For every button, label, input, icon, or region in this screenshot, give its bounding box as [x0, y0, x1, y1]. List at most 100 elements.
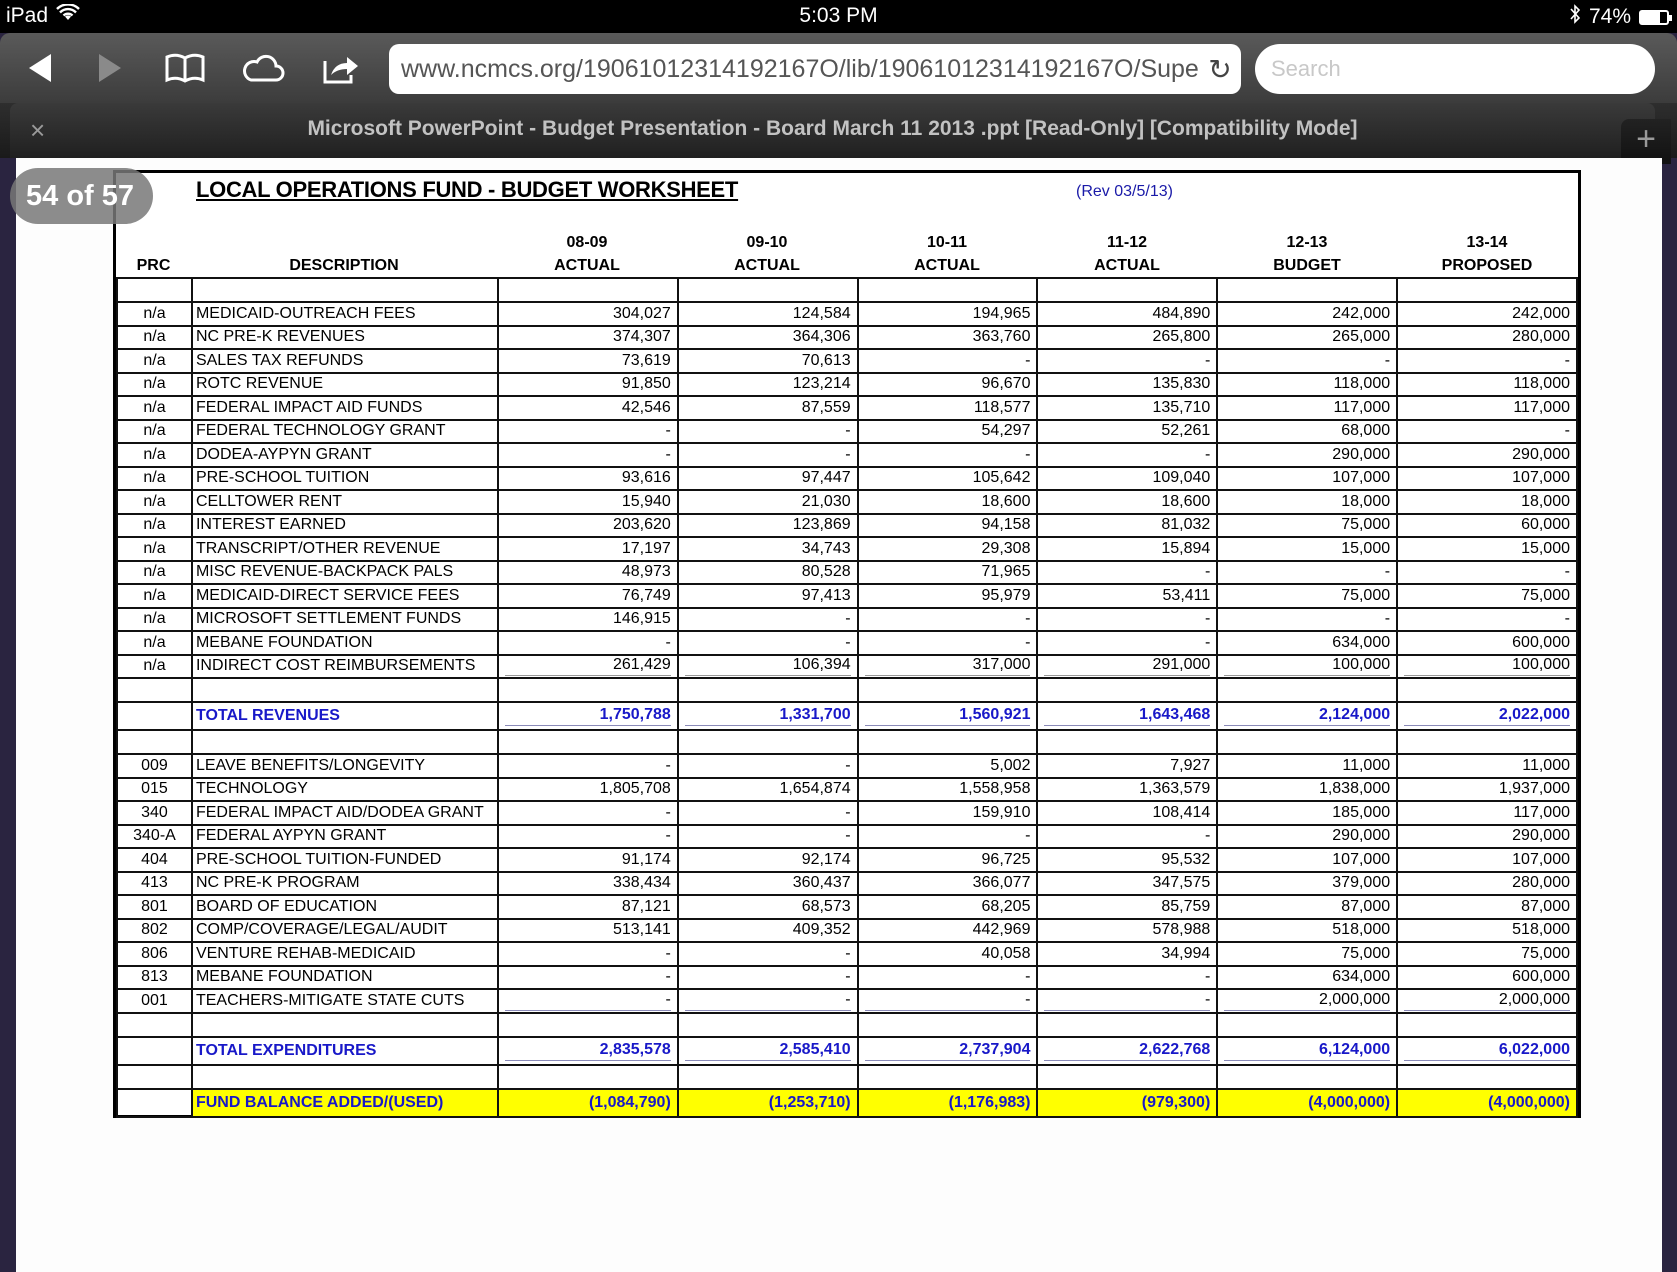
value-cell: 100,000: [1216, 653, 1399, 679]
bookmarks-button[interactable]: [162, 45, 208, 91]
revenue-row: n/a INDIRECT COST REIMBURSEMENTS 261,429 10…: [116, 653, 1578, 679]
value-cell-value: 1,643,468: [1044, 706, 1211, 726]
value-cell: -: [676, 823, 859, 849]
revenue-row: n/a MEDICAID-DIRECT SERVICE FEES 76,749 97,…: [116, 583, 1578, 609]
value-cell-value: 317,000: [864, 656, 1031, 677]
forward-button[interactable]: [88, 45, 134, 91]
value-cell: -: [676, 606, 859, 632]
revenue-row: n/a MEBANE FOUNDATION - - - -634,000 600,000: [116, 630, 1578, 656]
address-bar[interactable]: www.ncmcs.org/19061012314192167O/lib/190…: [389, 44, 1241, 94]
value-cell: 5,002: [856, 753, 1039, 779]
active-tab[interactable]: × Microsoft PowerPoint - Budget Presenta…: [10, 103, 1655, 158]
value-cell: 409,352: [676, 917, 859, 943]
value-cell: 118,000: [1396, 371, 1578, 397]
description-cell: [190, 1011, 499, 1038]
value-cell: 374,307: [496, 324, 679, 350]
value-cell: 96,670: [856, 371, 1039, 397]
search-input[interactable]: Search: [1255, 44, 1655, 94]
share-button[interactable]: [318, 45, 364, 91]
value-cell: -: [1396, 348, 1578, 374]
value-cell: 68,000: [1216, 418, 1399, 444]
expenditure-row: 015 TECHNOLOGY 1,805,708 1,654,874 1,558,958…: [116, 776, 1578, 802]
value-cell: -: [676, 630, 859, 656]
value-cell: [496, 729, 679, 755]
column-header: 10-11 ACTUAL: [857, 231, 1037, 277]
value-cell: 185,000: [1216, 800, 1399, 826]
budget-table: n/a MEDICAID-OUTREACH FEES 304,027 124,584 1…: [116, 277, 1578, 1118]
value-cell-value: 2,022,000: [1404, 706, 1570, 726]
clock: 5:03 PM: [799, 4, 878, 27]
value-cell: 42,546: [496, 395, 679, 421]
tab-title: Microsoft PowerPoint - Budget Presentati…: [307, 117, 1358, 140]
value-cell: 75,000: [1396, 583, 1578, 609]
prc-cell: 009: [116, 753, 193, 779]
book-icon: [165, 53, 205, 83]
column-type: BUDGET: [1273, 257, 1341, 274]
value-cell: 117,000: [1396, 800, 1578, 826]
value-cell: 518,000: [1396, 917, 1578, 943]
prc-cell: 404: [116, 847, 193, 873]
value-cell-value: 2,000,000: [1224, 991, 1391, 1011]
prc-cell: 806: [116, 941, 193, 967]
value-cell: 11,000: [1216, 753, 1399, 779]
value-cell: -: [496, 753, 679, 779]
spacer-row: [116, 277, 1578, 303]
value-cell: (979,300): [1036, 1087, 1219, 1118]
description-cell: VENTURE REHAB-MEDICAID: [190, 941, 499, 967]
value-cell: 1,654,874: [676, 776, 859, 802]
description-cell: TECHNOLOGY: [190, 776, 499, 802]
description-cell: FUND BALANCE ADDED/(USED): [190, 1087, 499, 1118]
back-arrow-icon: [29, 54, 51, 82]
prc-cell: n/a: [116, 301, 193, 327]
forward-arrow-icon: [99, 54, 121, 82]
prc-cell: n/a: [116, 630, 193, 656]
expenditure-row: 813 MEBANE FOUNDATION - - - -634,000 600,000: [116, 964, 1578, 990]
value-cell: 2,585,410: [676, 1035, 859, 1066]
value-cell: 123,869: [676, 512, 859, 538]
value-cell: 242,000: [1216, 301, 1399, 327]
value-cell: [1216, 1063, 1399, 1090]
value-cell: 124,584: [676, 301, 859, 327]
column-type: ACTUAL: [734, 257, 800, 274]
value-cell: 85,759: [1036, 894, 1219, 920]
value-cell: [1216, 729, 1399, 755]
value-cell: 1,643,468: [1036, 701, 1219, 731]
value-cell: 634,000: [1216, 630, 1399, 656]
value-cell: 96,725: [856, 847, 1039, 873]
prc-cell: n/a: [116, 606, 193, 632]
value-cell: -: [1036, 442, 1219, 468]
header-prc: PRC: [136, 257, 171, 274]
value-cell-value: -: [1044, 991, 1211, 1011]
icloud-tabs-button[interactable]: [240, 45, 286, 91]
value-cell: 21,030: [676, 489, 859, 515]
description-cell: CELLTOWER RENT: [190, 489, 499, 515]
value-cell: 53,411: [1036, 583, 1219, 609]
value-cell: -: [676, 753, 859, 779]
total-expenditures-row: TOTAL EXPENDITURES 2,835,578 2,585,410 2,73…: [116, 1035, 1578, 1066]
value-cell: (4,000,000): [1396, 1087, 1578, 1118]
value-cell: 48,973: [496, 559, 679, 585]
value-cell: 76,749: [496, 583, 679, 609]
value-cell: 29,308: [856, 536, 1039, 562]
value-cell: 379,000: [1216, 870, 1399, 896]
value-cell: -: [856, 606, 1039, 632]
value-cell: -: [1036, 630, 1219, 656]
value-cell: 97,413: [676, 583, 859, 609]
value-cell: 68,205: [856, 894, 1039, 920]
value-cell: 442,969: [856, 917, 1039, 943]
reload-icon[interactable]: ↻: [1199, 53, 1241, 86]
value-cell: 265,800: [1036, 324, 1219, 350]
value-cell: [496, 677, 679, 703]
description-cell: MICROSOFT SETTLEMENT FUNDS: [190, 606, 499, 632]
value-cell: 68,573: [676, 894, 859, 920]
back-button[interactable]: [16, 45, 62, 91]
expenditure-row: 009 LEAVE BENEFITS/LONGEVITY - -5,002 7,927 1…: [116, 753, 1578, 779]
battery-fill: [1641, 11, 1661, 23]
revenue-row: n/a NC PRE-K REVENUES 374,307 364,306 363,76…: [116, 324, 1578, 350]
value-cell: 1,558,958: [856, 776, 1039, 802]
revenue-row: n/a DODEA-AYPYN GRANT - - - -290,000 290,000: [116, 442, 1578, 468]
value-cell: 6,022,000: [1396, 1035, 1578, 1066]
value-cell: 290,000: [1396, 823, 1578, 849]
revenue-row: n/a FEDERAL TECHNOLOGY GRANT - -54,297 52,26…: [116, 418, 1578, 444]
value-cell: -: [856, 442, 1039, 468]
